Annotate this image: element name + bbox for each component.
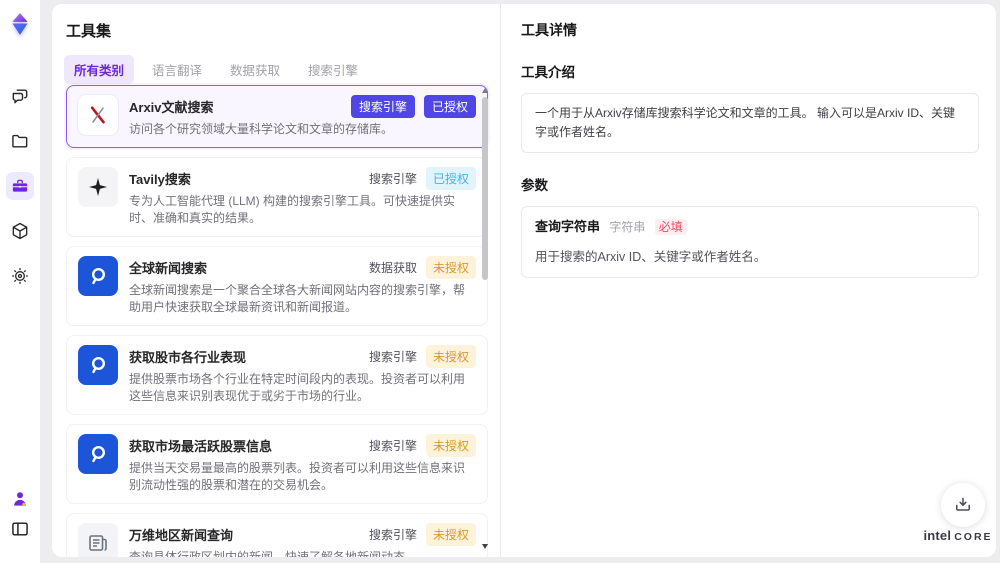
tab-data-fetch[interactable]: 数据获取 bbox=[220, 55, 290, 84]
status-badge: 已授权 bbox=[425, 167, 476, 191]
tool-title: 获取市场最活跃股票信息 bbox=[129, 439, 273, 455]
tool-detail-section: 工具详情 工具介绍 一个用于从Arxiv存储库搜索科学论文和文章的工具。 输入可… bbox=[501, 4, 996, 557]
tool-title: 全球新闻搜索 bbox=[129, 261, 208, 277]
category-tabs: 所有类别 语言翻译 数据获取 搜索引擎 bbox=[64, 55, 368, 84]
tab-all-categories[interactable]: 所有类别 bbox=[64, 55, 135, 84]
search-logo-icon bbox=[78, 345, 118, 386]
tool-description: 专为人工智能代理 (LLM) 构建的搜索引擎工具。可快速提供实时、准确和真实的结… bbox=[129, 194, 456, 226]
newspaper-icon bbox=[78, 523, 118, 557]
tool-title: 万维地区新闻查询 bbox=[129, 528, 234, 544]
intro-text: 一个用于从Arxiv存储库搜索科学论文和文章的工具。 输入可以是Arxiv ID… bbox=[535, 106, 956, 140]
sidebar-rail bbox=[0, 0, 40, 563]
param-required-badge: 必填 bbox=[654, 219, 687, 236]
scrollbar-down-arrow[interactable] bbox=[482, 544, 488, 549]
tool-card-regional-news[interactable]: 万维地区新闻查询 搜索引擎 未授权 查询具体行政区划内的新闻，快速了解各地新闻动… bbox=[66, 513, 488, 557]
category-label: 数据获取 bbox=[368, 261, 417, 276]
sidebar-item-package[interactable] bbox=[10, 221, 30, 241]
sidebar-item-user[interactable] bbox=[10, 489, 30, 509]
tool-description: 查询具体行政区划内的新闻，快速了解各地新闻动态 bbox=[129, 549, 476, 557]
category-label: 搜索引擎 bbox=[368, 528, 417, 543]
search-logo-icon bbox=[78, 256, 118, 297]
status-badge: 未授权 bbox=[425, 345, 476, 369]
param-type: 字符串 bbox=[609, 220, 646, 235]
tool-description: 提供股票市场各个行业在特定时间段内的表现。投资者可以利用这些信息来识别表现优于或… bbox=[129, 372, 466, 404]
intro-box: 一个用于从Arxiv存储库搜索科学论文和文章的工具。 输入可以是Arxiv ID… bbox=[521, 93, 979, 154]
param-description: 用于搜索的Arxiv ID、关键字或作者姓名。 bbox=[535, 250, 767, 265]
tool-title: Arxiv文献搜索 bbox=[129, 100, 214, 115]
category-label: 搜索引擎 bbox=[368, 439, 417, 454]
tab-search-engine[interactable]: 搜索引擎 bbox=[298, 55, 368, 84]
main-panel: 工具集 所有类别 语言翻译 数据获取 搜索引擎 Arxiv文献搜索 搜索引擎 已… bbox=[52, 4, 996, 557]
tool-description: 提供当天交易量最高的股票列表。投资者可以利用这些信息来识别流动性强的股票和潜在的… bbox=[129, 461, 466, 493]
intel-core-logo: intel CORE bbox=[916, 527, 1000, 545]
param-box: 查询字符串 字符串 必填 用于搜索的Arxiv ID、关键字或作者姓名。 bbox=[521, 206, 979, 279]
tool-title: Tavily搜索 bbox=[129, 172, 191, 188]
detail-title: 工具详情 bbox=[521, 22, 577, 38]
status-badge: 已授权 bbox=[423, 95, 476, 118]
status-badge: 未授权 bbox=[425, 523, 476, 547]
download-icon bbox=[953, 495, 973, 515]
sidebar-item-panel-toggle[interactable] bbox=[10, 519, 30, 539]
intro-heading: 工具介绍 bbox=[521, 65, 575, 80]
tool-list-section: 工具集 所有类别 语言翻译 数据获取 搜索引擎 Arxiv文献搜索 搜索引擎 已… bbox=[52, 4, 500, 557]
page-title: 工具集 bbox=[66, 23, 112, 40]
sidebar-item-toolbox[interactable] bbox=[6, 172, 34, 200]
app-logo-icon bbox=[7, 11, 33, 37]
list-scrollbar[interactable] bbox=[481, 88, 489, 549]
category-label: 搜索引擎 bbox=[368, 350, 417, 365]
tool-card-tavily[interactable]: Tavily搜索 搜索引擎 已授权 专为人工智能代理 (LLM) 构建的搜索引擎… bbox=[66, 157, 488, 238]
tool-card-arxiv[interactable]: Arxiv文献搜索 搜索引擎 已授权 访问各个研究领域大量科学论文和文章的存储库… bbox=[66, 85, 488, 149]
tool-card-global-news[interactable]: 全球新闻搜索 数据获取 未授权 全球新闻搜索是一个聚合全球各大新闻网站内容的搜索… bbox=[66, 246, 488, 327]
category-label: 搜索引擎 bbox=[368, 172, 417, 187]
tool-card-most-active-stocks[interactable]: 获取市场最活跃股票信息 搜索引擎 未授权 提供当天交易量最高的股票列表。投资者可… bbox=[66, 424, 488, 505]
status-badge: 未授权 bbox=[425, 434, 476, 458]
core-logo-text: CORE bbox=[954, 531, 993, 543]
sidebar-item-chat[interactable] bbox=[10, 86, 30, 106]
params-heading: 参数 bbox=[521, 178, 548, 194]
scrollbar-up-arrow[interactable] bbox=[482, 88, 488, 93]
tool-description: 访问各个研究领域大量科学论文和文章的存储库。 bbox=[129, 122, 394, 136]
tab-language-translation[interactable]: 语言翻译 bbox=[142, 55, 212, 84]
tool-title: 获取股市各行业表现 bbox=[129, 350, 247, 366]
arxiv-logo-icon bbox=[78, 95, 118, 135]
scrollbar-thumb[interactable] bbox=[482, 97, 488, 280]
sidebar-item-settings[interactable] bbox=[10, 266, 30, 286]
tool-card-sector-performance[interactable]: 获取股市各行业表现 搜索引擎 未授权 提供股票市场各个行业在特定时间段内的表现。… bbox=[66, 335, 488, 416]
tool-card-list: Arxiv文献搜索 搜索引擎 已授权 访问各个研究领域大量科学论文和文章的存储库… bbox=[66, 85, 488, 557]
param-name: 查询字符串 bbox=[535, 219, 601, 235]
tool-description: 全球新闻搜索是一个聚合全球各大新闻网站内容的搜索引擎，帮助用户快速获取全球最新资… bbox=[129, 283, 466, 315]
download-button[interactable] bbox=[941, 483, 985, 527]
sidebar-item-files[interactable] bbox=[10, 131, 30, 151]
status-badge: 未授权 bbox=[425, 256, 476, 280]
tavily-star-icon bbox=[78, 167, 118, 208]
intel-logo-text: intel bbox=[923, 528, 952, 543]
search-logo-icon bbox=[78, 434, 118, 475]
category-badge: 搜索引擎 bbox=[350, 95, 415, 118]
param-row: 查询字符串 字符串 必填 bbox=[535, 217, 965, 238]
